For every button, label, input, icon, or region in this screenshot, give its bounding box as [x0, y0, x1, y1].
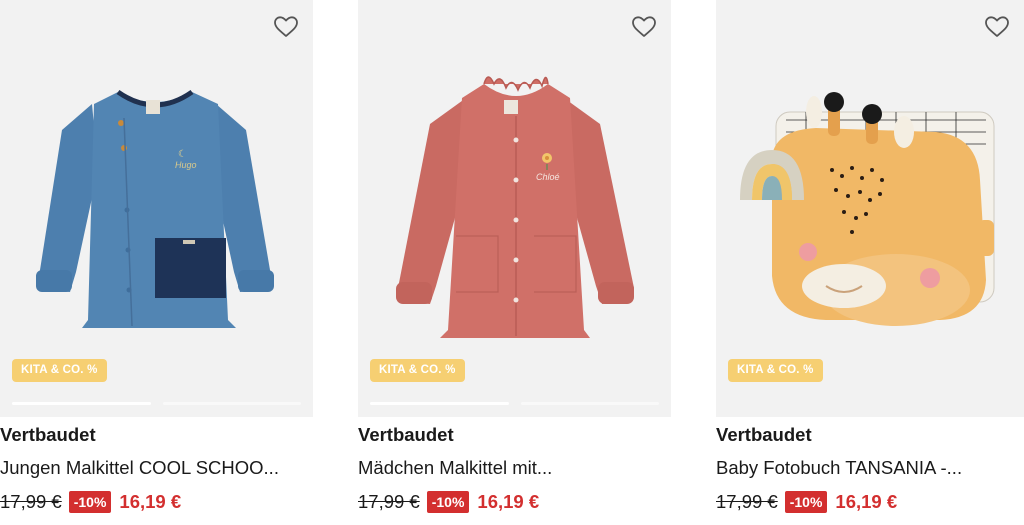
- product-card[interactable]: Chloé KITA & CO. % Vertbaudet Mädchen Ma…: [358, 0, 671, 513]
- old-price: 17,99 €: [358, 491, 420, 512]
- product-brand[interactable]: Vertbaudet: [716, 424, 812, 446]
- product-image-pink-smock: Chloé: [396, 76, 634, 338]
- svg-text:☾: ☾: [178, 149, 187, 160]
- discount-badge: -10%: [426, 491, 470, 513]
- price-row: 17,99 € -10% 16,19 €: [0, 489, 181, 515]
- product-card[interactable]: ☾ Hugo KITA & CO. % Vertbaudet Jungen Ma…: [0, 0, 313, 513]
- carousel-dot[interactable]: [520, 402, 659, 405]
- discount-badge: -10%: [784, 491, 828, 513]
- image-carousel-indicator[interactable]: [12, 402, 301, 405]
- product-image-area[interactable]: ☾ Hugo KITA & CO. %: [0, 0, 313, 417]
- product-title[interactable]: Jungen Malkittel COOL SCHOO...: [0, 457, 313, 479]
- promo-badge: KITA & CO. %: [12, 359, 107, 382]
- old-price: 17,99 €: [716, 491, 778, 512]
- product-brand[interactable]: Vertbaudet: [0, 424, 96, 446]
- wishlist-button[interactable]: [629, 12, 659, 42]
- heart-outline-icon: [274, 16, 298, 37]
- carousel-dot[interactable]: [162, 402, 301, 405]
- sale-price: 16,19 €: [119, 491, 182, 512]
- price-row: 17,99 € -10% 16,19 €: [716, 489, 897, 515]
- image-carousel-indicator[interactable]: [370, 402, 659, 405]
- discount-badge: -10%: [68, 491, 112, 513]
- product-image-area[interactable]: KITA & CO. %: [716, 0, 1024, 417]
- product-image-blue-smock: ☾ Hugo: [36, 89, 274, 328]
- svg-text:Chloé: Chloé: [536, 172, 560, 182]
- heart-outline-icon: [632, 16, 656, 37]
- price-row: 17,99 € -10% 16,19 €: [358, 489, 539, 515]
- promo-badge: KITA & CO. %: [370, 359, 465, 382]
- sale-price: 16,19 €: [835, 491, 898, 512]
- wishlist-button[interactable]: [982, 12, 1012, 42]
- svg-text:Hugo: Hugo: [175, 160, 197, 170]
- product-image-giraffe-book: [740, 92, 995, 326]
- product-title[interactable]: Baby Fotobuch TANSANIA -...: [716, 457, 1024, 479]
- old-price: 17,99 €: [0, 491, 62, 512]
- carousel-dot[interactable]: [370, 402, 509, 405]
- carousel-dot[interactable]: [12, 402, 151, 405]
- product-card[interactable]: KITA & CO. % Vertbaudet Baby Fotobuch TA…: [716, 0, 1024, 513]
- product-brand[interactable]: Vertbaudet: [358, 424, 454, 446]
- sale-price: 16,19 €: [477, 491, 540, 512]
- product-title[interactable]: Mädchen Malkittel mit...: [358, 457, 671, 479]
- product-image-area[interactable]: Chloé KITA & CO. %: [358, 0, 671, 417]
- wishlist-button[interactable]: [271, 12, 301, 42]
- promo-badge: KITA & CO. %: [728, 359, 823, 382]
- heart-outline-icon: [985, 16, 1009, 37]
